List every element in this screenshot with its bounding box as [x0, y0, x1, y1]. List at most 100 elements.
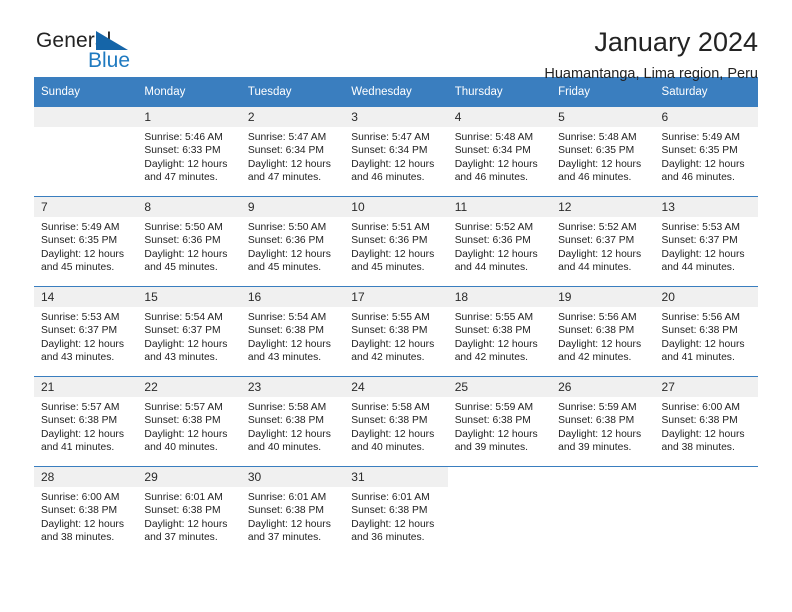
sun-info: Sunrise: 5:59 AM Sunset: 6:38 PM Daylight:…: [551, 397, 654, 455]
day-number: 20: [654, 287, 758, 307]
logo-text-blue: Blue: [88, 49, 131, 72]
daylight-text-cont: and 37 minutes.: [247, 532, 322, 544]
calendar-day-cell[interactable]: 24 Sunrise: 5:58 AM Sunset: 6:38 PM Dayligh…: [344, 376, 448, 467]
sunrise-text: Sunrise: 5:52 AM: [558, 222, 637, 233]
sunset-text: Sunset: 6:34 PM: [454, 145, 531, 157]
daylight-text-cont: and 38 minutes.: [661, 442, 735, 454]
calendar-day-cell[interactable]: 4 Sunrise: 5:48 AM Sunset: 6:34 PM Daylight…: [447, 106, 552, 197]
sun-info: Sunrise: 5:53 AM Sunset: 6:37 PM Daylight:…: [655, 217, 758, 275]
calendar-day-cell[interactable]: 3 Sunrise: 5:47 AM Sunset: 6:34 PM Daylight…: [344, 106, 448, 197]
calendar-day-cell[interactable]: 30 Sunrise: 6:01 AM Sunset: 6:38 PM Dayligh…: [240, 466, 345, 556]
calendar-day-cell[interactable]: 29 Sunrise: 6:01 AM Sunset: 6:38 PM Dayligh…: [137, 466, 241, 556]
daylight-text-cont: and 43 minutes.: [144, 352, 218, 364]
daylight-text-cont: and 37 minutes.: [144, 532, 218, 544]
calendar-day-cell[interactable]: 21 Sunrise: 5:57 AM Sunset: 6:38 PM Dayligh…: [34, 376, 138, 467]
sunrise-text: Sunrise: 5:59 AM: [454, 402, 534, 413]
day-number: 16: [240, 287, 345, 307]
day-number: 28: [34, 467, 138, 487]
daylight-text: Daylight: 12 hours: [661, 338, 745, 350]
sunrise-text: Sunrise: 6:01 AM: [144, 492, 223, 503]
calendar-day-cell[interactable]: 25 Sunrise: 5:59 AM Sunset: 6:38 PM Dayligh…: [447, 376, 552, 467]
calendar-day-cell[interactable]: 26 Sunrise: 5:59 AM Sunset: 6:38 PM Dayligh…: [551, 376, 655, 467]
sunset-text: Sunset: 6:35 PM: [558, 145, 635, 157]
day-number: 10: [344, 197, 448, 217]
daylight-text-cont: and 42 minutes.: [558, 352, 632, 364]
day-number: 31: [344, 467, 448, 487]
general-blue-logo[interactable]: General Blue: [34, 28, 164, 78]
sunrise-text: Sunrise: 5:55 AM: [351, 312, 430, 323]
day-number: 17: [344, 287, 448, 307]
calendar-day-cell[interactable]: 17 Sunrise: 5:55 AM Sunset: 6:38 PM Dayligh…: [344, 286, 448, 377]
calendar-day-cell[interactable]: 10 Sunrise: 5:51 AM Sunset: 6:36 PM Dayligh…: [344, 196, 448, 287]
daylight-text: Daylight: 12 hours: [351, 428, 435, 440]
day-number: 8: [137, 197, 241, 217]
sunrise-text: Sunrise: 5:56 AM: [558, 312, 637, 323]
sunrise-text: Sunrise: 5:47 AM: [351, 132, 430, 143]
calendar-day-cell[interactable]: 16 Sunrise: 5:54 AM Sunset: 6:38 PM Dayligh…: [240, 286, 345, 377]
sunrise-text: Sunrise: 5:55 AM: [454, 312, 534, 323]
sunrise-text: Sunrise: 5:57 AM: [41, 402, 120, 413]
calendar-day-cell[interactable]: 12 Sunrise: 5:52 AM Sunset: 6:37 PM Dayligh…: [551, 196, 655, 287]
sunset-text: Sunset: 6:36 PM: [454, 235, 531, 247]
daylight-text: Daylight: 12 hours: [41, 518, 124, 530]
sun-info: Sunrise: 5:52 AM Sunset: 6:36 PM Daylight:…: [448, 217, 551, 275]
day-number: 12: [551, 197, 655, 217]
day-number: [654, 467, 758, 487]
calendar-day-cell[interactable]: 6 Sunrise: 5:49 AM Sunset: 6:35 PM Daylight…: [654, 106, 758, 197]
calendar-week-row: 28 Sunrise: 6:00 AM Sunset: 6:38 PM Dayligh…: [34, 466, 758, 556]
sunset-text: Sunset: 6:37 PM: [144, 325, 221, 337]
calendar-day-cell[interactable]: 28 Sunrise: 6:00 AM Sunset: 6:38 PM Dayligh…: [34, 466, 138, 556]
day-number: [447, 467, 552, 487]
sun-info: Sunrise: 6:01 AM Sunset: 6:38 PM Daylight:…: [137, 487, 240, 545]
page-subtitle: Huamantanga, Lima region, Peru: [544, 66, 758, 83]
calendar-day-cell[interactable]: 14 Sunrise: 5:53 AM Sunset: 6:37 PM Dayligh…: [34, 286, 138, 377]
calendar-day-cell[interactable]: 13 Sunrise: 5:53 AM Sunset: 6:37 PM Dayligh…: [654, 196, 758, 287]
day-number: 13: [654, 197, 758, 217]
calendar-day-cell[interactable]: 8 Sunrise: 5:50 AM Sunset: 6:36 PM Daylight…: [137, 196, 241, 287]
calendar-day-cell[interactable]: 15 Sunrise: 5:54 AM Sunset: 6:37 PM Dayligh…: [137, 286, 241, 377]
calendar-day-cell[interactable]: 18 Sunrise: 5:55 AM Sunset: 6:38 PM Dayligh…: [447, 286, 552, 377]
sunrise-text: Sunrise: 5:46 AM: [144, 132, 223, 143]
calendar-day-cell[interactable]: 19 Sunrise: 5:56 AM Sunset: 6:38 PM Dayligh…: [551, 286, 655, 377]
daylight-text: Daylight: 12 hours: [247, 428, 331, 440]
calendar-day-cell[interactable]: 7 Sunrise: 5:49 AM Sunset: 6:35 PM Daylight…: [34, 196, 138, 287]
calendar-day-cell-empty: [34, 106, 138, 197]
calendar-day-cell[interactable]: 27 Sunrise: 6:00 AM Sunset: 6:38 PM Dayligh…: [654, 376, 758, 467]
day-number: 5: [551, 107, 655, 127]
calendar-day-cell[interactable]: 23 Sunrise: 5:58 AM Sunset: 6:38 PM Dayligh…: [240, 376, 345, 467]
day-number: 19: [551, 287, 655, 307]
day-number: 2: [240, 107, 345, 127]
daylight-text: Daylight: 12 hours: [661, 248, 745, 260]
sunrise-text: Sunrise: 6:01 AM: [351, 492, 430, 503]
sunrise-text: Sunrise: 5:48 AM: [558, 132, 637, 143]
day-number: 4: [447, 107, 552, 127]
calendar-day-cell[interactable]: 2 Sunrise: 5:47 AM Sunset: 6:34 PM Daylight…: [240, 106, 345, 197]
calendar-day-cell-empty: [551, 466, 655, 556]
sun-info: Sunrise: 5:46 AM Sunset: 6:33 PM Daylight:…: [137, 127, 240, 185]
sunset-text: Sunset: 6:35 PM: [661, 145, 738, 157]
sun-info: Sunrise: 5:49 AM Sunset: 6:35 PM Daylight:…: [34, 217, 137, 275]
calendar-day-cell[interactable]: 5 Sunrise: 5:48 AM Sunset: 6:35 PM Daylight…: [551, 106, 655, 197]
sunset-text: Sunset: 6:37 PM: [41, 325, 118, 337]
daylight-text: Daylight: 12 hours: [661, 428, 745, 440]
day-number: 26: [551, 377, 655, 397]
calendar-day-cell[interactable]: 11 Sunrise: 5:52 AM Sunset: 6:36 PM Dayligh…: [447, 196, 552, 287]
calendar-body: 1 Sunrise: 5:46 AM Sunset: 6:33 PM Daylight…: [34, 106, 758, 556]
calendar-day-cell[interactable]: 9 Sunrise: 5:50 AM Sunset: 6:36 PM Daylight…: [240, 196, 345, 287]
daylight-text: Daylight: 12 hours: [247, 158, 331, 170]
daylight-text-cont: and 44 minutes.: [558, 262, 632, 274]
calendar-day-cell[interactable]: 1 Sunrise: 5:46 AM Sunset: 6:33 PM Daylight…: [137, 106, 241, 197]
sunrise-text: Sunrise: 5:50 AM: [144, 222, 223, 233]
sun-info: Sunrise: 5:52 AM Sunset: 6:37 PM Daylight:…: [551, 217, 654, 275]
daylight-text-cont: and 44 minutes.: [454, 262, 528, 274]
sunset-text: Sunset: 6:33 PM: [144, 145, 221, 157]
calendar-day-cell[interactable]: 20 Sunrise: 5:56 AM Sunset: 6:38 PM Dayligh…: [654, 286, 758, 377]
sunset-text: Sunset: 6:38 PM: [454, 415, 531, 427]
calendar-day-cell[interactable]: 31 Sunrise: 6:01 AM Sunset: 6:38 PM Dayligh…: [344, 466, 448, 556]
day-number: 3: [344, 107, 448, 127]
page-header: General Blue January 2024 Huamantanga, L…: [34, 0, 758, 83]
sun-info: Sunrise: 5:56 AM Sunset: 6:38 PM Daylight:…: [655, 307, 758, 365]
calendar-day-cell[interactable]: 22 Sunrise: 5:57 AM Sunset: 6:38 PM Dayligh…: [137, 376, 241, 467]
sunset-text: Sunset: 6:34 PM: [351, 145, 428, 157]
day-number: 22: [137, 377, 241, 397]
